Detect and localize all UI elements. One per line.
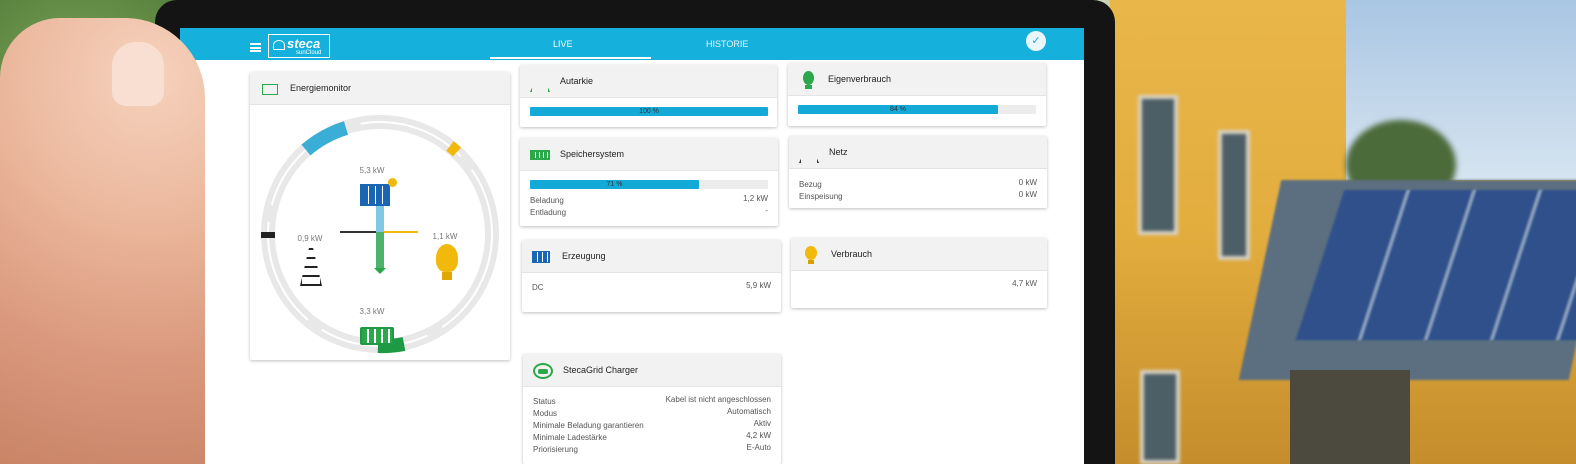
lightbulb-icon (798, 70, 818, 90)
battery-value: 3,3 kW (359, 307, 385, 316)
battery-icon (530, 145, 550, 165)
lightbulb-icon (436, 244, 458, 272)
card-title: Eigenverbrauch (828, 74, 892, 84)
card-header: Energiemonitor (250, 72, 510, 105)
pylon-icon (799, 143, 819, 163)
charger-row-value: Automatisch (726, 407, 771, 416)
netz-row-label: Einspeisung (799, 192, 843, 201)
netz-row-value: 0 kW (1018, 190, 1037, 199)
speicher-row-value: 1,2 kW (743, 194, 768, 203)
house-window (1140, 370, 1180, 464)
eigenverbrauch-progress-bar: 84 % (798, 105, 1036, 114)
netz-card: Netz Bezug 0 kW Einspeisung 0 kW (789, 136, 1047, 208)
tab-live[interactable]: LIVE (553, 39, 573, 49)
tab-historie[interactable]: HISTORIE (706, 39, 748, 49)
card-header: Erzeugung (522, 240, 781, 273)
speicher-row-value: - (765, 206, 768, 215)
ev-charger-icon (533, 361, 553, 381)
charger-row-value: E-Auto (746, 443, 771, 452)
card-header: Eigenverbrauch (788, 63, 1046, 96)
card-title: StecaGrid Charger (563, 365, 639, 375)
consumption-value: 1,1 kW (432, 232, 458, 241)
battery-icon (360, 327, 394, 345)
energiemonitor-card: Energiemonitor 5,3 kW 0,9 kW 1,1 kW 3,3 … (250, 72, 510, 360)
erzeugung-card: Erzeugung DC 5,9 kW (522, 240, 781, 312)
active-tab-indicator (490, 57, 651, 59)
holding-thumb (0, 18, 205, 464)
monitor-icon (260, 79, 280, 99)
card-title: Speichersystem (560, 149, 625, 159)
steca-logo: steca sunCloud (268, 34, 330, 58)
speicher-percent: 71 % (606, 181, 623, 188)
charger-row-label: Modus (533, 409, 558, 418)
speicher-row-label: Beladung (530, 196, 564, 205)
card-title: Energiemonitor (290, 83, 352, 93)
charger-row-label: Minimale Ladestärke (533, 433, 607, 442)
app-screen: steca sunCloud LIVE HISTORIE ✓ Energiemo… (180, 28, 1084, 464)
eigenverbrauch-percent: 84 % (889, 106, 906, 113)
solar-roof-panels (1295, 190, 1576, 340)
house-door (1290, 370, 1410, 464)
autarkie-percent: 100 % (639, 108, 659, 115)
pv-arc (301, 121, 349, 156)
logo-brand: steca (287, 36, 321, 51)
pv-value: 5,3 kW (359, 166, 385, 175)
autarkie-progress-bar: 100 % (530, 107, 768, 116)
charger-row-label: Minimale Beladung garantieren (533, 421, 644, 430)
card-header: Verbrauch (791, 238, 1047, 271)
card-header: Netz (789, 136, 1047, 169)
erzeugung-row-label: DC (532, 283, 544, 292)
charger-row-label: Status (533, 397, 556, 406)
status-check-icon[interactable]: ✓ (1026, 31, 1046, 51)
flow-arrow (374, 268, 386, 274)
charger-row-label: Priorisierung (533, 445, 578, 454)
solar-panel-icon (360, 184, 390, 206)
charger-card: StecaGrid Charger Status Kabel ist nicht… (523, 354, 781, 464)
speicher-row-label: Entladung (530, 208, 567, 217)
hamburger-menu-icon[interactable] (250, 43, 261, 52)
grid-value: 0,9 kW (297, 234, 323, 243)
charger-row-value: Aktiv (753, 419, 771, 428)
autarkie-card: Autarkie 100 % (520, 65, 777, 127)
sun-icon (273, 40, 285, 50)
logo-sub: sunCloud (296, 50, 322, 56)
charger-row-value: 4,2 kW (746, 431, 771, 440)
solar-panel-icon (532, 247, 552, 267)
netz-row-label: Bezug (799, 180, 822, 189)
lightbulb-base-icon (442, 272, 452, 280)
netz-row-value: 0 kW (1018, 178, 1037, 187)
consumption-arc (446, 141, 462, 157)
card-header: Speichersystem (520, 138, 778, 171)
charger-row-value: Kabel ist nicht angeschlossen (665, 395, 771, 404)
verbrauch-card: Verbrauch 4,7 kW (791, 238, 1047, 308)
erzeugung-row-value: 5,9 kW (746, 281, 771, 290)
thumbnail (112, 42, 164, 106)
card-title: Netz (829, 147, 848, 157)
top-bar: steca sunCloud LIVE HISTORIE ✓ (180, 28, 1084, 60)
card-header: StecaGrid Charger (523, 354, 781, 387)
eigenverbrauch-card: Eigenverbrauch 84 % (788, 63, 1046, 126)
house-window (1218, 130, 1250, 260)
pylon-icon (530, 72, 550, 92)
verbrauch-value: 4,7 kW (1012, 279, 1037, 288)
card-title: Autarkie (560, 76, 594, 86)
card-title: Verbrauch (831, 249, 873, 259)
card-title: Erzeugung (562, 251, 606, 261)
house-window (1138, 95, 1178, 235)
speicher-progress-bar: 71 % (530, 180, 768, 189)
speicher-card: Speichersystem 71 % Beladung 1,2 kW Entl… (520, 138, 778, 226)
sun-icon (388, 178, 397, 187)
background-house (1110, 0, 1576, 464)
flow-battery (376, 232, 384, 268)
card-header: Autarkie (520, 65, 777, 98)
lightbulb-icon (801, 245, 821, 265)
